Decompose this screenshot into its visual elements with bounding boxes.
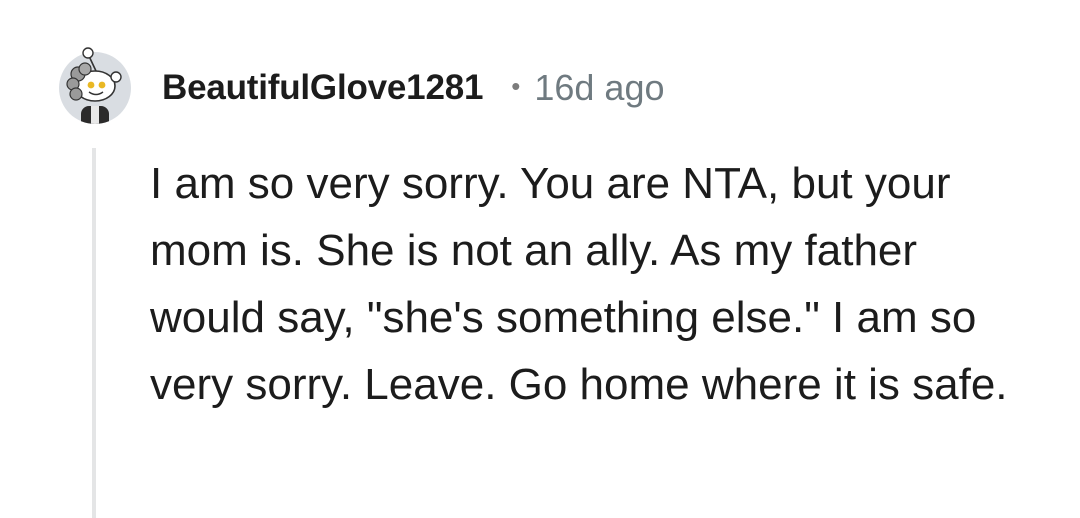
comment: BeautifulGlove1281 • 16d ago I am so ver… xyxy=(0,0,1080,518)
comment-body: I am so very sorry. You are NTA, but you… xyxy=(150,159,1008,409)
snoo-avatar-icon xyxy=(59,47,131,124)
timestamp: 16d ago xyxy=(534,67,665,108)
comment-header: BeautifulGlove1281 • 16d ago xyxy=(162,64,665,112)
separator-dot: • xyxy=(511,70,521,101)
thread-line[interactable] xyxy=(92,148,96,518)
user-avatar[interactable] xyxy=(56,44,134,124)
username-link[interactable]: BeautifulGlove1281 xyxy=(162,68,483,108)
